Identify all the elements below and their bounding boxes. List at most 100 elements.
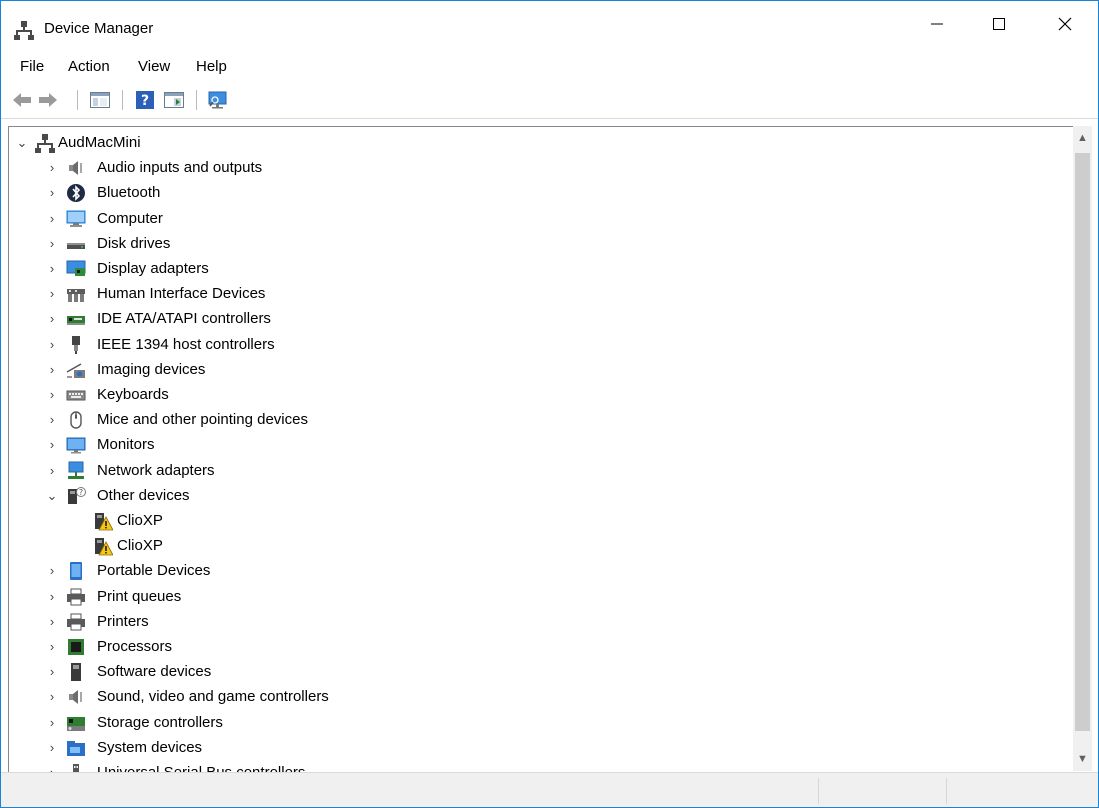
hid-icon — [67, 289, 85, 303]
chevron-right-icon[interactable]: › — [45, 437, 59, 453]
tree-device-clioxp[interactable]: ClioXP — [9, 534, 1069, 559]
warning-device-icon — [95, 538, 113, 556]
display-adapter-icon — [66, 260, 86, 276]
chevron-right-icon[interactable]: › — [45, 715, 59, 731]
help-icon: ? — [136, 91, 154, 109]
chevron-right-icon[interactable]: › — [45, 362, 59, 378]
chevron-down-icon[interactable]: ⌄ — [45, 488, 59, 504]
processor-icon — [68, 639, 84, 655]
scroll-up-arrow-icon[interactable]: ▲ — [1073, 128, 1092, 148]
chevron-right-icon[interactable]: › — [45, 261, 59, 277]
tree-category-disk-drives[interactable]: › Disk drives — [9, 232, 1069, 257]
chevron-right-icon[interactable]: › — [45, 614, 59, 630]
menu-help[interactable]: Help — [196, 58, 227, 75]
chevron-right-icon[interactable]: › — [45, 589, 59, 605]
vertical-scrollbar[interactable]: ▲ ▼ — [1073, 126, 1092, 771]
chevron-right-icon[interactable]: › — [45, 286, 59, 302]
portable-device-icon — [70, 562, 82, 581]
tree-category-monitors[interactable]: › Monitors — [9, 433, 1069, 458]
show-hide-console-tree-button[interactable] — [89, 89, 111, 111]
forward-button[interactable] — [37, 89, 59, 111]
tree-category-computer[interactable]: › Computer — [9, 207, 1069, 232]
mouse-icon — [70, 411, 82, 429]
menu-action[interactable]: Action — [68, 58, 110, 75]
tree-item-label: Mice and other pointing devices — [97, 411, 308, 429]
tree-category-bluetooth[interactable]: › Bluetooth — [9, 181, 1069, 206]
scrollbar-thumb[interactable] — [1075, 153, 1090, 731]
chevron-right-icon[interactable]: › — [45, 689, 59, 705]
tree-category-mice-and-other-pointing-devices[interactable]: › Mice and other pointing devices — [9, 408, 1069, 433]
tree-category-processors[interactable]: › Processors — [9, 635, 1069, 660]
tree-category-network-adapters[interactable]: › Network adapters — [9, 459, 1069, 484]
chevron-right-icon[interactable]: › — [45, 412, 59, 428]
print-queue-icon — [67, 588, 85, 606]
close-button[interactable] — [1042, 1, 1088, 47]
chevron-right-icon[interactable]: › — [45, 160, 59, 176]
chevron-right-icon[interactable]: › — [45, 740, 59, 756]
tree-category-audio-inputs-and-outputs[interactable]: › Audio inputs and outputs — [9, 156, 1069, 181]
tree-category-printers[interactable]: › Printers — [9, 610, 1069, 635]
computer-root-icon — [35, 134, 55, 153]
tree-item-label: Universal Serial Bus controllers — [97, 764, 305, 772]
chevron-right-icon[interactable]: › — [45, 311, 59, 327]
tree-item-label: Computer — [97, 209, 163, 227]
tree-item-label: Print queues — [97, 587, 182, 605]
chevron-right-icon[interactable]: › — [45, 185, 59, 201]
tree-category-ieee-1394-host-controllers[interactable]: › IEEE 1394 host controllers — [9, 333, 1069, 358]
maximize-button[interactable] — [976, 1, 1022, 47]
tree-category-sound-video-and-game-controllers[interactable]: › Sound, video and game controllers — [9, 685, 1069, 710]
toolbar: ? — [1, 84, 1098, 119]
tree-category-portable-devices[interactable]: › Portable Devices — [9, 559, 1069, 584]
status-bar — [1, 772, 1098, 807]
svg-text:?: ? — [79, 488, 83, 497]
tree-device-clioxp[interactable]: ClioXP — [9, 509, 1069, 534]
tree-root-node[interactable]: ⌄ AudMacMini — [9, 131, 1069, 156]
tree-category-imaging-devices[interactable]: › Imaging devices — [9, 358, 1069, 383]
tree-category-universal-serial-bus-controllers[interactable]: › Universal Serial Bus controllers — [9, 761, 1069, 772]
chevron-right-icon[interactable]: › — [45, 337, 59, 353]
chevron-right-icon[interactable]: › — [45, 639, 59, 655]
menu-view[interactable]: View — [138, 58, 170, 75]
tree-category-system-devices[interactable]: › System devices — [9, 736, 1069, 761]
scroll-down-arrow-icon[interactable]: ▼ — [1073, 749, 1092, 769]
chevron-right-icon[interactable]: › — [45, 211, 59, 227]
tree-category-other-devices[interactable]: ⌄? Other devices — [9, 484, 1069, 509]
chevron-down-icon[interactable]: ⌄ — [15, 135, 29, 151]
tree-item-label: Network adapters — [97, 461, 215, 479]
tree-category-display-adapters[interactable]: › Display adapters — [9, 257, 1069, 282]
toolbar-separator — [122, 90, 123, 110]
chevron-right-icon[interactable]: › — [45, 664, 59, 680]
menu-bar: File Action View Help — [1, 54, 1098, 80]
status-divider — [818, 778, 819, 804]
chevron-right-icon[interactable]: › — [45, 563, 59, 579]
minimize-button[interactable] — [914, 1, 960, 47]
chevron-right-icon[interactable]: › — [45, 236, 59, 252]
minimize-icon — [931, 23, 943, 25]
tree-category-ide-ata-atapi-controllers[interactable]: › IDE ATA/ATAPI controllers — [9, 307, 1069, 332]
chevron-right-icon[interactable]: › — [45, 387, 59, 403]
tree-item-label: Storage controllers — [97, 713, 223, 731]
chevron-right-icon[interactable]: › — [45, 765, 59, 772]
device-tree[interactable]: ⌄ AudMacMini › Audio inputs and outputs › Blu… — [8, 126, 1074, 772]
tree-item-label: Human Interface Devices — [97, 285, 266, 303]
tree-item-label: Imaging devices — [97, 360, 206, 378]
tree-category-print-queues[interactable]: › Print queues — [9, 585, 1069, 610]
toolbar-separator — [77, 90, 78, 110]
show-action-pane-button[interactable] — [163, 89, 185, 111]
menu-file[interactable]: File — [20, 58, 44, 75]
tree-category-storage-controllers[interactable]: › Storage controllers — [9, 711, 1069, 736]
title-bar[interactable]: Device Manager — [1, 1, 1098, 47]
window-title: Device Manager — [44, 20, 154, 37]
back-arrow-icon — [13, 93, 31, 107]
tree-category-keyboards[interactable]: › Keyboards — [9, 383, 1069, 408]
speaker-icon — [69, 161, 82, 176]
tree-category-software-devices[interactable]: › Software devices — [9, 660, 1069, 685]
chevron-right-icon[interactable]: › — [45, 463, 59, 479]
back-button[interactable] — [11, 89, 33, 111]
keyboard-icon — [66, 390, 86, 401]
scan-hardware-changes-button[interactable] — [207, 89, 229, 111]
tree-item-label: AudMacMini — [58, 134, 141, 151]
tree-category-human-interface-devices[interactable]: › Human Interface Devices — [9, 282, 1069, 307]
bluetooth-icon — [67, 184, 85, 203]
help-button[interactable]: ? — [134, 89, 156, 111]
